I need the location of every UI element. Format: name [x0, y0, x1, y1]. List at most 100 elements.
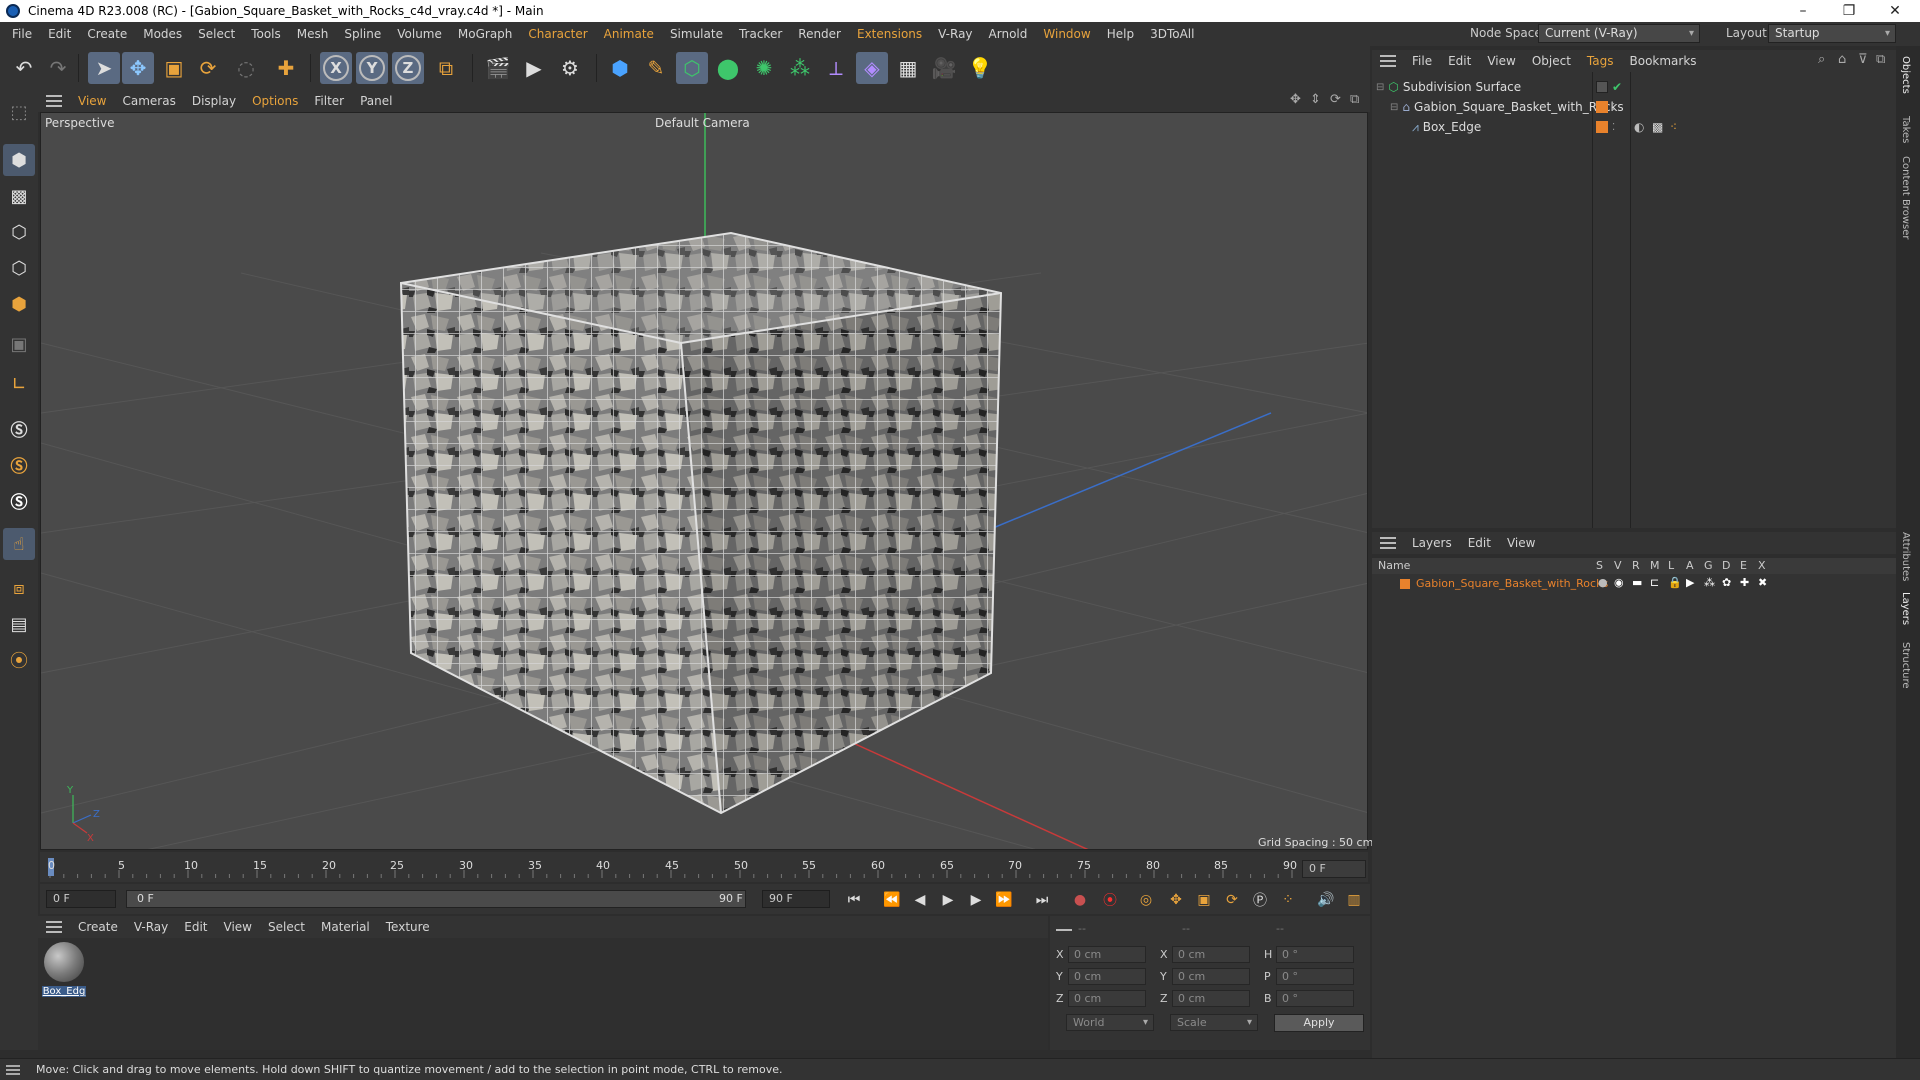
- size-x-field[interactable]: 0 cm: [1172, 946, 1250, 963]
- make-editable-icon[interactable]: ⬚: [3, 96, 35, 128]
- mograph-icon[interactable]: ⁂: [784, 52, 816, 84]
- rotate-tool-icon[interactable]: ⟳: [192, 52, 224, 84]
- layer-menu-layers[interactable]: Layers: [1404, 536, 1460, 550]
- menu-vray[interactable]: V-Ray: [930, 27, 980, 41]
- uvw-tag-icon[interactable]: ⁖: [1670, 120, 1677, 134]
- side-tab-content-browser[interactable]: Content Browser: [1900, 156, 1911, 239]
- layer-generators-icon[interactable]: ⁂: [1704, 576, 1715, 589]
- snap-icon[interactable]: Ⓢ: [3, 412, 35, 444]
- menu-modes[interactable]: Modes: [135, 27, 190, 41]
- object-menu-bookmarks[interactable]: Bookmarks: [1622, 54, 1705, 68]
- rot-p-field[interactable]: 0 °: [1276, 968, 1354, 985]
- menu-tracker[interactable]: Tracker: [731, 27, 790, 41]
- pen-spline-icon[interactable]: ✎: [640, 52, 672, 84]
- node-space-select[interactable]: Current (V-Ray): [1538, 24, 1700, 43]
- sound-icon[interactable]: 🔊: [1314, 888, 1338, 912]
- material-menu-create[interactable]: Create: [70, 920, 126, 934]
- rotation-key-icon[interactable]: ⟳: [1220, 888, 1244, 912]
- menu-file[interactable]: File: [4, 27, 40, 41]
- material-menu-icon[interactable]: [46, 921, 62, 933]
- layer-color-icon[interactable]: [1596, 121, 1608, 133]
- side-tab-attributes[interactable]: Attributes: [1900, 532, 1911, 581]
- viewport-camera-label[interactable]: Default Camera: [655, 116, 750, 130]
- frame-range-bar[interactable]: 0 F 90 F: [126, 890, 746, 908]
- menu-render[interactable]: Render: [790, 27, 849, 41]
- visibility-dots-icon[interactable]: ⁚: [1612, 122, 1615, 133]
- object-new-window-icon[interactable]: ⧉: [1876, 52, 1885, 67]
- maximize-button[interactable]: ❐: [1826, 0, 1872, 22]
- material-menu-edit[interactable]: Edit: [176, 920, 215, 934]
- cube-object-icon[interactable]: ⬢: [604, 52, 636, 84]
- viewport-menu-options[interactable]: Options: [244, 94, 306, 108]
- object-menu-file[interactable]: File: [1404, 54, 1440, 68]
- layer-xref-icon[interactable]: ✖: [1758, 576, 1767, 589]
- object-search-icon[interactable]: ⌕: [1818, 52, 1825, 67]
- undo-icon[interactable]: ↶: [8, 52, 40, 84]
- menu-animate[interactable]: Animate: [596, 27, 662, 41]
- point-mode-icon[interactable]: ⬡: [3, 216, 35, 248]
- menu-help[interactable]: Help: [1099, 27, 1142, 41]
- subdivision-surface-icon[interactable]: ⬡: [676, 52, 708, 84]
- pos-z-field[interactable]: 0 cm: [1068, 990, 1146, 1007]
- model-mode-icon[interactable]: ⬢: [3, 144, 35, 176]
- material-menu-vray[interactable]: V-Ray: [126, 920, 176, 934]
- material-tag-icon[interactable]: ▩: [1652, 120, 1663, 134]
- material-preview-icon[interactable]: [44, 942, 84, 982]
- point-level-animation-icon[interactable]: ⁘: [1276, 888, 1300, 912]
- size-y-field[interactable]: 0 cm: [1172, 968, 1250, 985]
- pos-y-field[interactable]: 0 cm: [1068, 968, 1146, 985]
- phong-tag-icon[interactable]: ◐: [1634, 120, 1644, 134]
- collapse-icon[interactable]: ⊟: [1390, 102, 1398, 113]
- side-tab-structure[interactable]: Structure: [1900, 642, 1911, 689]
- menu-select[interactable]: Select: [190, 27, 243, 41]
- timeline-icon[interactable]: ▥: [1342, 888, 1366, 912]
- render-picture-viewer-icon[interactable]: ▶: [518, 52, 550, 84]
- object-menu-view[interactable]: View: [1479, 54, 1523, 68]
- minimize-button[interactable]: –: [1780, 0, 1826, 22]
- layer-lock-icon[interactable]: 🔒: [1668, 576, 1682, 589]
- floor-environment-icon[interactable]: ▦: [892, 52, 924, 84]
- field-icon[interactable]: ◈: [856, 52, 888, 84]
- go-to-end-icon[interactable]: ⏭: [1030, 888, 1054, 912]
- polygon-mode-icon[interactable]: ⬢: [3, 288, 35, 320]
- start-frame-field[interactable]: 0 F: [46, 890, 116, 908]
- menu-window[interactable]: Window: [1035, 27, 1098, 41]
- menu-spline[interactable]: Spline: [336, 27, 389, 41]
- layer-menu-icon[interactable]: [1380, 537, 1396, 549]
- coordinate-tool-icon[interactable]: ✚: [270, 52, 302, 84]
- object-row-subdivision-surface[interactable]: ⊟ ⬡ Subdivision Surface ✔: [1372, 78, 1896, 96]
- viewport-rotate-icon[interactable]: ⟳: [1330, 92, 1341, 107]
- size-z-field[interactable]: 0 cm: [1172, 990, 1250, 1007]
- side-tab-objects[interactable]: Objects: [1900, 56, 1911, 94]
- object-filter-icon[interactable]: ⊽: [1858, 52, 1868, 67]
- cloner-icon[interactable]: ✺: [748, 52, 780, 84]
- x-axis-lock-icon[interactable]: X: [320, 52, 352, 84]
- material-menu-material[interactable]: Material: [313, 920, 378, 934]
- quantize-icon[interactable]: Ⓢ: [3, 484, 35, 516]
- texture-mode-icon[interactable]: ▩: [3, 180, 35, 212]
- side-tab-takes[interactable]: Takes: [1900, 116, 1911, 143]
- z-axis-lock-icon[interactable]: Z: [392, 52, 424, 84]
- scale-tool-icon[interactable]: ▣: [158, 52, 190, 84]
- object-menu-edit[interactable]: Edit: [1440, 54, 1479, 68]
- planar-workplane-icon[interactable]: ▤: [3, 608, 35, 640]
- workplane-icon[interactable]: ⧈: [3, 572, 35, 604]
- camera-icon[interactable]: 🎥: [928, 52, 960, 84]
- y-axis-lock-icon[interactable]: Y: [356, 52, 388, 84]
- object-row-gabion[interactable]: ⊟ ⌂ Gabion_Square_Basket_with_Rocks ⁚: [1372, 98, 1896, 116]
- close-button[interactable]: ✕: [1872, 0, 1918, 22]
- redo-icon[interactable]: ↷: [42, 52, 74, 84]
- viewport-move-icon[interactable]: ✥: [1290, 92, 1301, 107]
- viewport-maximize-icon[interactable]: ⧉: [1350, 92, 1359, 107]
- layer-menu-view[interactable]: View: [1499, 536, 1543, 550]
- side-tab-layers[interactable]: Layers: [1900, 592, 1911, 625]
- object-menu-tags[interactable]: Tags: [1579, 54, 1622, 68]
- layer-deformers-icon[interactable]: ✿: [1722, 576, 1731, 589]
- next-frame-icon[interactable]: ▶: [964, 888, 988, 912]
- tweak-mode-icon[interactable]: ☝: [3, 528, 35, 560]
- previous-frame-icon[interactable]: ◀: [908, 888, 932, 912]
- layer-row[interactable]: Gabion_Square_Basket_with_Rocks ● ◉ ▬ ⊏ …: [1372, 576, 1896, 592]
- viewport-menu-view[interactable]: View: [70, 94, 114, 108]
- collapse-icon[interactable]: ⊟: [1376, 82, 1384, 93]
- parameter-key-icon[interactable]: Ⓟ: [1248, 888, 1272, 912]
